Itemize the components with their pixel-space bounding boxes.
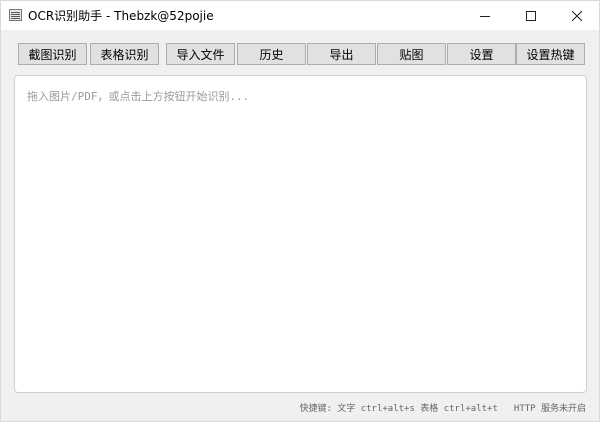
pin-image-button[interactable]: 贴图 <box>377 43 446 65</box>
minimize-icon <box>480 15 490 17</box>
status-spacer <box>498 401 514 414</box>
maximize-icon <box>526 10 536 21</box>
title-bar[interactable]: OCR识别助手 - Thebzk@52pojie <box>1 1 599 30</box>
close-button[interactable] <box>554 1 600 30</box>
app-window: OCR识别助手 - Thebzk@52pojie 截图识别 表格识别 导入文件 … <box>0 0 600 422</box>
app-icon <box>9 9 22 21</box>
toolbar: 截图识别 表格识别 导入文件 历史 导出 贴图 设置 设置热键 <box>18 43 588 65</box>
hotkey-status: 快捷键: 文字 ctrl+alt+s 表格 ctrl+alt+t <box>299 404 498 414</box>
history-button[interactable]: 历史 <box>237 43 306 65</box>
hotkey-settings-button[interactable]: 设置热键 <box>516 43 585 65</box>
import-file-button[interactable]: 导入文件 <box>166 43 235 65</box>
window-title: OCR识别助手 - Thebzk@52pojie <box>28 9 214 23</box>
screenshot-ocr-button[interactable]: 截图识别 <box>18 43 87 65</box>
status-bar: 快捷键: 文字 ctrl+alt+s 表格 ctrl+alt+t HTTP 服务… <box>299 401 586 414</box>
settings-button[interactable]: 设置 <box>447 43 516 65</box>
minimize-button[interactable] <box>462 1 508 30</box>
close-icon <box>572 10 582 21</box>
drop-hint-placeholder: 拖入图片/PDF，或点击上方按钮开始识别... <box>27 90 250 103</box>
table-ocr-button[interactable]: 表格识别 <box>90 43 159 65</box>
maximize-button[interactable] <box>508 1 554 30</box>
result-text-area[interactable]: 拖入图片/PDF，或点击上方按钮开始识别... <box>14 75 587 393</box>
http-service-status: HTTP 服务未开启 <box>513 404 586 414</box>
export-button[interactable]: 导出 <box>307 43 376 65</box>
